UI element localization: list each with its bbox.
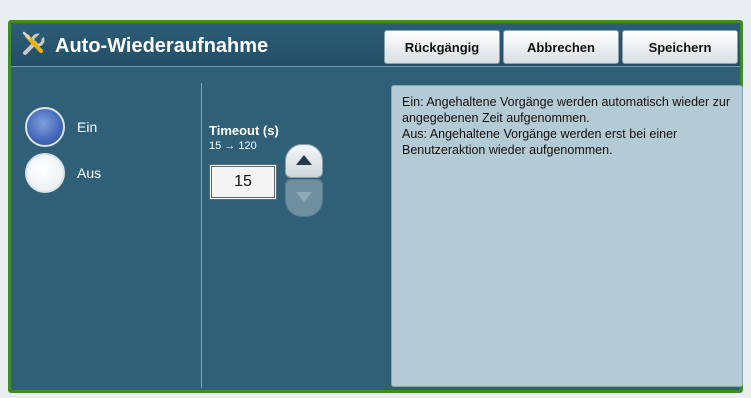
screen-frame: Auto-Wiederaufnahme Rückgängig Abbrechen… bbox=[0, 0, 751, 398]
timeout-range: 15 → 120 bbox=[209, 140, 257, 152]
info-box: Ein: Angehaltene Vorgänge werden automat… bbox=[391, 85, 743, 387]
header-bar: Auto-Wiederaufnahme Rückgängig Abbrechen… bbox=[11, 23, 740, 67]
cancel-button[interactable]: Abbrechen bbox=[503, 30, 619, 64]
settings-panel: Auto-Wiederaufnahme Rückgängig Abbrechen… bbox=[8, 20, 743, 393]
radio-off-indicator[interactable] bbox=[25, 153, 65, 193]
radio-on-indicator[interactable] bbox=[25, 107, 65, 147]
undo-button[interactable]: Rückgängig bbox=[384, 30, 500, 64]
radio-option-on[interactable]: Ein bbox=[25, 107, 97, 147]
info-text-off: Aus: Angehaltene Vorgänge werden erst be… bbox=[402, 127, 678, 157]
decrement-button[interactable] bbox=[285, 179, 323, 217]
title-group: Auto-Wiederaufnahme bbox=[21, 31, 268, 62]
save-button[interactable]: Speichern bbox=[622, 30, 738, 64]
info-text-on: Ein: Angehaltene Vorgänge werden automat… bbox=[402, 95, 730, 125]
increment-button[interactable] bbox=[285, 144, 323, 178]
arrow-down-icon bbox=[296, 189, 312, 207]
page-title: Auto-Wiederaufnahme bbox=[55, 35, 269, 57]
tools-icon bbox=[21, 31, 47, 62]
radio-on-label: Ein bbox=[77, 119, 98, 135]
column-divider bbox=[201, 83, 202, 388]
radio-option-off[interactable]: Aus bbox=[25, 153, 101, 193]
radio-off-label: Aus bbox=[77, 165, 102, 181]
timeout-label: Timeout (s) bbox=[209, 123, 279, 138]
timeout-value-field[interactable]: 15 bbox=[209, 164, 277, 200]
arrow-up-icon bbox=[296, 152, 312, 170]
